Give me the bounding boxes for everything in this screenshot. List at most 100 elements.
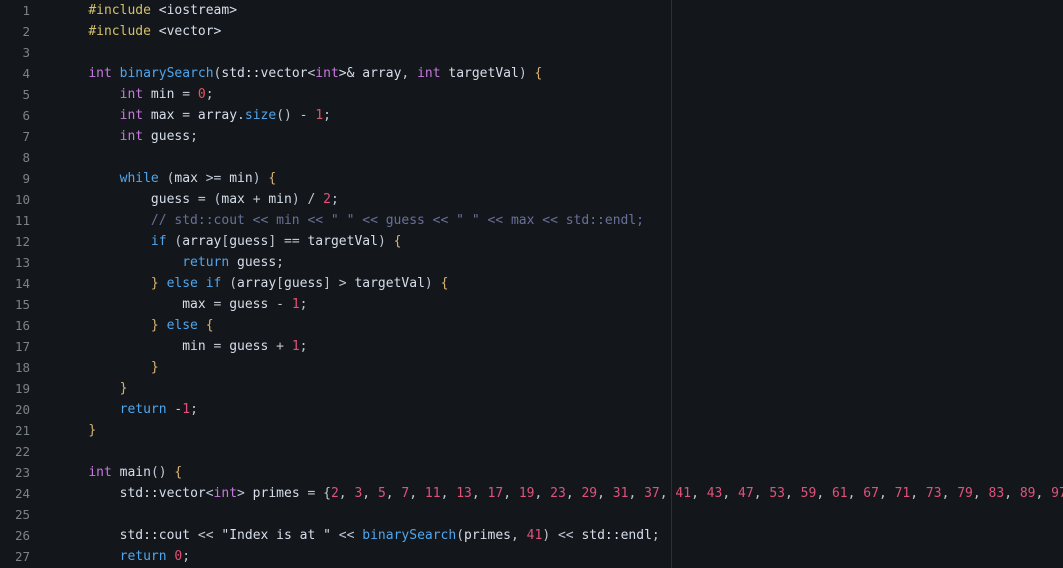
token-punct: ,: [511, 528, 527, 543]
code-line-content[interactable]: int main() {: [30, 462, 1063, 483]
token-punct: ;: [182, 549, 191, 564]
token-default: [284, 297, 292, 312]
code-line-content[interactable]: [30, 504, 1063, 525]
token-operator: >=: [205, 171, 222, 186]
code-line[interactable]: 27 return 0;: [0, 546, 1063, 567]
token-ident: min: [143, 87, 183, 102]
code-line-content[interactable]: return 0;: [30, 546, 1063, 567]
token-default: [57, 528, 120, 543]
code-line-content[interactable]: } else {: [30, 315, 1063, 336]
token-punct: ,: [972, 486, 989, 501]
code-line[interactable]: 25: [0, 504, 1063, 525]
code-line[interactable]: 15 max = guess - 1;: [0, 294, 1063, 315]
token-brace: }: [119, 381, 128, 396]
token-punct: ;: [323, 108, 331, 123]
token-include: <iostream>: [158, 3, 238, 18]
code-line-content[interactable]: // std::cout << min << " " << guess << "…: [30, 210, 1063, 231]
code-line[interactable]: 7 int guess;: [0, 126, 1063, 147]
token-default: [57, 297, 182, 312]
token-number: 1: [315, 108, 324, 123]
code-line-content[interactable]: max = guess - 1;: [30, 294, 1063, 315]
code-line-content[interactable]: int min = 0;: [30, 84, 1063, 105]
token-keyword: return: [182, 255, 230, 270]
code-line[interactable]: 19 }: [0, 378, 1063, 399]
code-line-content[interactable]: #include <vector>: [30, 21, 1063, 42]
line-number: 12: [14, 234, 30, 249]
code-line[interactable]: 20 return -1;: [0, 399, 1063, 420]
token-ident: main: [119, 465, 151, 480]
code-line[interactable]: 2 #include <vector>: [0, 21, 1063, 42]
code-line-content[interactable]: }: [30, 378, 1063, 399]
code-line[interactable]: 18 }: [0, 357, 1063, 378]
code-line-content[interactable]: return guess;: [30, 252, 1063, 273]
token-brace: {: [393, 234, 402, 249]
code-line-content[interactable]: int binarySearch(std::vector<int>& array…: [30, 63, 1063, 84]
token-brace: {: [440, 276, 449, 291]
code-line-content[interactable]: std::vector<int> primes = {2, 3, 5, 7, 1…: [30, 483, 1063, 504]
code-line-content[interactable]: } else if (array[guess] > targetVal) {: [30, 273, 1063, 294]
code-line[interactable]: 17 min = guess + 1;: [0, 336, 1063, 357]
token-punct: ,: [471, 486, 488, 501]
code-line[interactable]: 13 return guess;: [0, 252, 1063, 273]
token-func: binarySearch: [362, 528, 457, 543]
code-line[interactable]: 11 // std::cout << min << " " << guess <…: [0, 210, 1063, 231]
token-punct: ;: [276, 255, 284, 270]
token-operator: >: [338, 276, 347, 291]
code-line-content[interactable]: int guess;: [30, 126, 1063, 147]
code-line-content[interactable]: #include <iostream>: [30, 0, 1063, 21]
code-line-content[interactable]: while (max >= min) {: [30, 168, 1063, 189]
code-line[interactable]: 24 std::vector<int> primes = {2, 3, 5, 7…: [0, 483, 1063, 504]
token-operator: +: [276, 339, 284, 354]
token-punct: ): [377, 234, 386, 249]
token-default: [57, 213, 151, 228]
token-number2: 13: [456, 486, 472, 501]
token-preproc: #include: [88, 24, 151, 39]
code-line[interactable]: 8: [0, 147, 1063, 168]
code-line[interactable]: 12 if (array[guess] == targetVal) {: [0, 231, 1063, 252]
token-default: [198, 318, 206, 333]
token-type: int: [88, 66, 112, 81]
token-punct: .: [237, 108, 245, 123]
code-line[interactable]: 6 int max = array.size() - 1;: [0, 105, 1063, 126]
code-line[interactable]: 26 std::cout << "Index is at " << binary…: [0, 525, 1063, 546]
code-line-content[interactable]: return -1;: [30, 399, 1063, 420]
token-default: [112, 66, 120, 81]
token-number2: 1: [182, 402, 191, 417]
code-line[interactable]: 4 int binarySearch(std::vector<int>& arr…: [0, 63, 1063, 84]
code-line-content[interactable]: guess = (max + min) / 2;: [30, 189, 1063, 210]
code-line[interactable]: 5 int min = 0;: [0, 84, 1063, 105]
token-ident: array: [190, 108, 238, 123]
code-line[interactable]: 9 while (max >= min) {: [0, 168, 1063, 189]
code-line[interactable]: 3: [0, 42, 1063, 63]
token-operator: ==: [284, 234, 300, 249]
code-line-content[interactable]: [30, 147, 1063, 168]
code-line[interactable]: 23 int main() {: [0, 462, 1063, 483]
code-line-content[interactable]: }: [30, 357, 1063, 378]
token-number2: 31: [612, 486, 629, 501]
token-punct: ,: [503, 486, 519, 501]
code-line[interactable]: 14 } else if (array[guess] > targetVal) …: [0, 273, 1063, 294]
code-line-content[interactable]: if (array[guess] == targetVal) {: [30, 231, 1063, 252]
token-punct: (: [229, 276, 238, 291]
code-line[interactable]: 21 }: [0, 420, 1063, 441]
code-line-content[interactable]: int max = array.size() - 1;: [30, 105, 1063, 126]
token-number2: 59: [800, 486, 817, 501]
token-punct: ;: [205, 87, 214, 102]
token-operator: -: [299, 108, 308, 123]
token-punct: ,: [362, 486, 378, 501]
code-line-content[interactable]: [30, 42, 1063, 63]
code-line-content[interactable]: min = guess + 1;: [30, 336, 1063, 357]
code-line[interactable]: 22: [0, 441, 1063, 462]
code-line[interactable]: 16 } else {: [0, 315, 1063, 336]
token-punct: ,: [440, 486, 457, 501]
code-line-content[interactable]: std::cout << "Index is at " << binarySea…: [30, 525, 1063, 546]
code-line-content[interactable]: [30, 441, 1063, 462]
token-number2: 11: [424, 486, 441, 501]
token-default: [206, 192, 214, 207]
code-text-area[interactable]: 1 #include <iostream> 2 #include <vector>…: [0, 0, 1063, 568]
code-editor[interactable]: 1 #include <iostream> 2 #include <vector>…: [0, 0, 1063, 568]
code-line[interactable]: 1 #include <iostream>: [0, 0, 1063, 21]
line-number: 1: [22, 3, 30, 18]
code-line-content[interactable]: }: [30, 420, 1063, 441]
code-line[interactable]: 10 guess = (max + min) / 2;: [0, 189, 1063, 210]
